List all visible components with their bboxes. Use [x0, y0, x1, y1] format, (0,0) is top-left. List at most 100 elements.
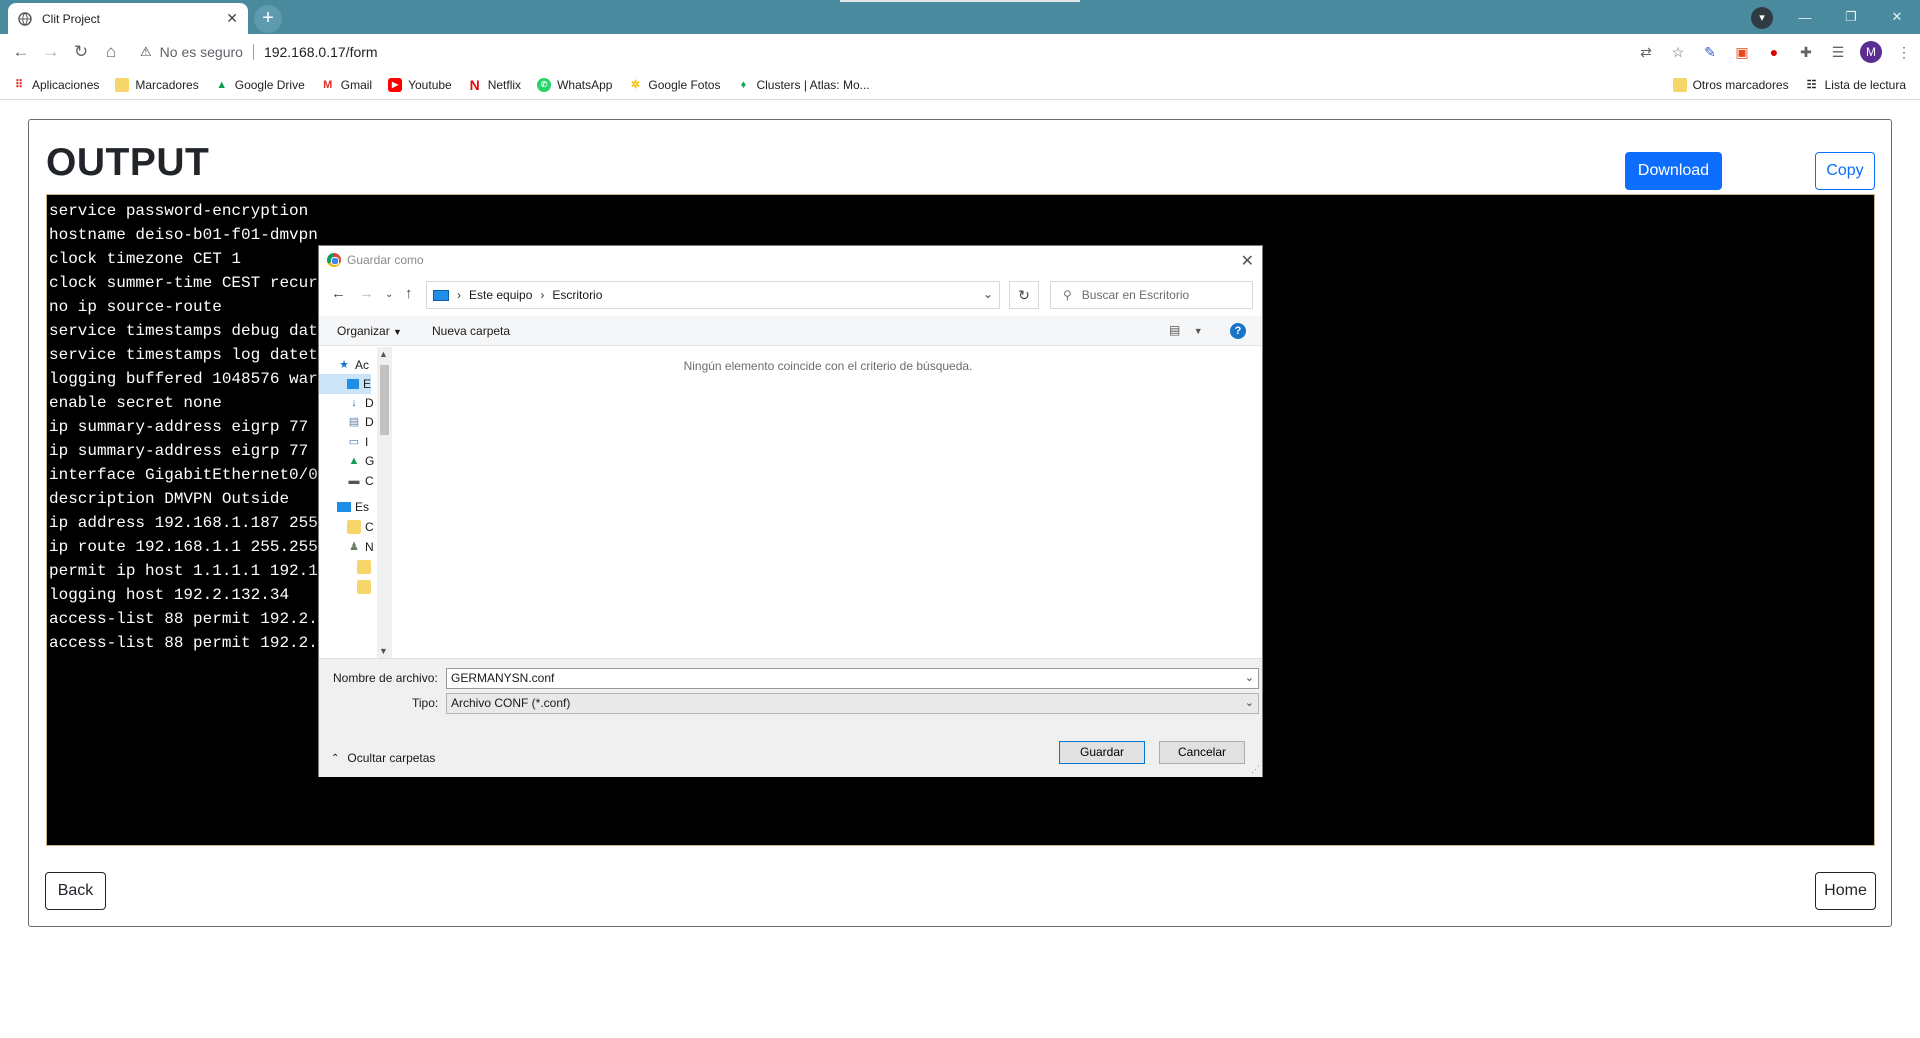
filename-value: GERMANYSN.conf [451, 671, 555, 685]
window-close-icon[interactable]: ✕ [1874, 9, 1920, 25]
netflix-icon: N [469, 76, 480, 93]
bookmark-star-icon[interactable]: ☆ [1662, 44, 1694, 61]
bookmark-whatsapp[interactable]: ✆ WhatsApp [537, 77, 612, 92]
browser-tab[interactable]: Clit Project ✕ [8, 3, 248, 34]
youtube-icon: ▶ [388, 77, 403, 92]
chevron-up-icon: ⌃ [331, 752, 340, 764]
tab-close-icon[interactable]: ✕ [226, 10, 238, 27]
bookmarks-right: Otros marcadores ☷ Lista de lectura [1672, 70, 1906, 100]
filename-input[interactable]: GERMANYSN.conf ⌄ [446, 668, 1259, 689]
save-button[interactable]: Guardar [1059, 741, 1145, 764]
tab-search-icon[interactable]: ▾ [1751, 7, 1773, 29]
nav-pane-scrollbar[interactable]: ▲ ▼ [377, 347, 392, 658]
empty-message: Ningún elemento coincide con el criterio… [683, 359, 973, 373]
quick-access-star-icon: ★ [339, 359, 349, 371]
nav-item-this-pc[interactable]: Es [337, 497, 369, 517]
dialog-search-input[interactable]: ⚲ Buscar en Escritorio [1050, 281, 1253, 309]
scrollbar-thumb[interactable] [380, 365, 389, 435]
opera-extension-icon[interactable]: ● [1758, 44, 1790, 60]
chevron-down-icon: ▼ [393, 327, 402, 337]
bookmark-google-drive[interactable]: ▲ Google Drive [215, 78, 304, 92]
dialog-bottom-panel: Nombre de archivo: GERMANYSN.conf ⌄ Tipo… [319, 658, 1262, 777]
nav-item-user[interactable]: ♟ N [347, 537, 374, 557]
cancel-button[interactable]: Cancelar [1159, 741, 1245, 764]
puzzle-extensions-icon[interactable]: ✚ [1790, 44, 1822, 61]
chevron-down-icon[interactable]: ⌄ [1245, 694, 1254, 713]
bookmark-gmail[interactable]: M Gmail [321, 78, 372, 92]
translate-icon[interactable]: ⇄ [1630, 44, 1662, 61]
home-button[interactable]: Home [1815, 872, 1876, 910]
nav-item-pictures[interactable]: ▭ I [347, 432, 369, 452]
dialog-address-bar[interactable]: › Este equipo › Escritorio ⌄ [426, 281, 1000, 309]
help-icon[interactable]: ? [1230, 323, 1246, 339]
file-list-area[interactable]: Ningún elemento coincide con el criterio… [393, 347, 1263, 658]
nav-item-quick-access[interactable]: ★ Ac [337, 355, 369, 375]
reading-list-button[interactable]: ☷ Lista de lectura [1805, 78, 1906, 92]
warning-icon[interactable]: ⚠ [140, 44, 152, 60]
download-button[interactable]: Download [1625, 152, 1722, 190]
bookmark-google-fotos[interactable]: ✲ Google Fotos [628, 78, 721, 92]
nav-item-folder[interactable]: C [347, 517, 374, 537]
organize-button[interactable]: Organizar ▼ [337, 324, 402, 338]
nav-item-subfolder[interactable] [357, 577, 375, 597]
reading-list-icon[interactable]: ☰ [1822, 44, 1854, 61]
nav-item-drive-c[interactable]: ▬ C [347, 471, 374, 491]
resize-grip-icon[interactable]: ⋰ [1251, 764, 1260, 775]
chevron-down-icon[interactable]: ⌄ [1245, 669, 1254, 688]
chevron-down-icon[interactable]: ⌄ [983, 287, 993, 301]
nav-item-subfolder[interactable] [357, 557, 375, 577]
bookmark-apps[interactable]: ⠿ Aplicaciones [12, 78, 99, 92]
minimize-icon[interactable]: — [1782, 10, 1828, 25]
nav-item-google-drive[interactable]: ▲ G [347, 451, 375, 471]
breadcrumb-separator-icon: › [540, 288, 545, 302]
back-button[interactable]: Back [45, 872, 106, 910]
breadcrumb-escritorio[interactable]: Escritorio [552, 288, 602, 302]
copy-button[interactable]: Copy [1815, 152, 1875, 190]
address-bar[interactable]: ⚠ No es seguro 192.168.0.17/form [140, 38, 1620, 66]
dialog-close-icon[interactable]: ✕ [1241, 251, 1254, 271]
nav-item-downloads[interactable]: ↓ D [347, 393, 373, 413]
url-text[interactable]: 192.168.0.17/form [264, 44, 378, 60]
new-tab-button[interactable]: + [254, 5, 282, 33]
profile-avatar[interactable]: M [1860, 41, 1882, 63]
dialog-refresh-button[interactable]: ↻ [1009, 281, 1039, 309]
bookmark-clusters-atlas[interactable]: ♦ Clusters | Atlas: Mo... [736, 78, 870, 92]
new-folder-button[interactable]: Nueva carpeta [432, 324, 510, 338]
scroll-up-icon[interactable]: ▲ [379, 349, 388, 359]
output-line: service password-encryption [49, 202, 309, 220]
restore-icon[interactable]: ❐ [1828, 9, 1874, 25]
home-icon[interactable]: ⌂ [96, 42, 126, 62]
hide-folders-toggle[interactable]: ⌃ Ocultar carpetas [331, 751, 435, 765]
search-icon: ⚲ [1063, 288, 1072, 302]
nav-item-documents[interactable]: ▤ D [347, 412, 374, 432]
pen-extension-icon[interactable]: ✎ [1694, 44, 1726, 61]
security-label[interactable]: No es seguro [160, 44, 243, 60]
google-drive-icon: ▲ [348, 455, 360, 467]
bookmark-youtube[interactable]: ▶ Youtube [388, 77, 452, 92]
desktop-icon [347, 379, 359, 389]
tab-strip-highlight [840, 0, 1080, 2]
file-type-select[interactable]: Archivo CONF (*.conf) ⌄ [446, 693, 1259, 714]
back-arrow-icon[interactable]: ← [6, 42, 36, 62]
breadcrumb-este-equipo[interactable]: Este equipo [469, 288, 532, 302]
forward-arrow-icon[interactable]: → [36, 42, 66, 62]
bookmark-otros-marcadores[interactable]: Otros marcadores [1672, 78, 1789, 92]
dialog-forward-icon[interactable]: → [359, 285, 374, 302]
dialog-command-bar: Organizar ▼ Nueva carpeta ▤ ▼ ? [319, 316, 1262, 346]
menu-dots-icon[interactable]: ⋮ [1888, 44, 1920, 61]
view-options-button[interactable]: ▤ ▼ [1169, 323, 1203, 337]
dialog-back-icon[interactable]: ← [331, 285, 346, 302]
nav-item-desktop[interactable]: E [319, 374, 371, 394]
scroll-down-icon[interactable]: ▼ [379, 646, 388, 656]
chevron-down-icon: ▼ [1193, 326, 1203, 336]
bookmark-netflix[interactable]: N Netflix [468, 78, 521, 92]
save-as-dialog: Guardar como ✕ ← → ⌄ ↑ › Este equipo › E… [318, 245, 1263, 777]
apps-grid-icon: ⠿ [14, 78, 24, 91]
extension-icon[interactable]: ▣ [1726, 44, 1758, 61]
dialog-nav-bar: ← → ⌄ ↑ › Este equipo › Escritorio ⌄ ↻ ⚲… [319, 280, 1262, 310]
bookmark-marcadores[interactable]: Marcadores [115, 77, 199, 92]
up-folder-icon[interactable]: ↑ [405, 285, 413, 302]
omnibox-separator [252, 44, 254, 60]
recent-locations-chevron-icon[interactable]: ⌄ [385, 289, 393, 300]
reload-icon[interactable]: ↻ [66, 42, 96, 62]
